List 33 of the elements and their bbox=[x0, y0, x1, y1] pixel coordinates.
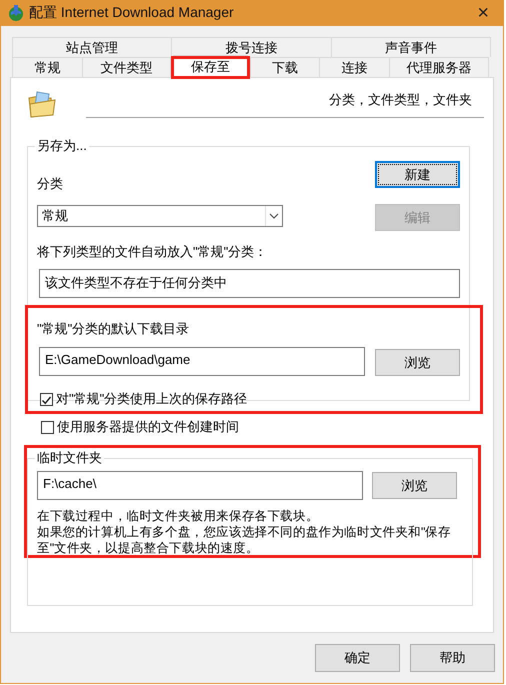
tab[interactable]: 下载 bbox=[250, 57, 320, 77]
tab[interactable]: 站点管理 bbox=[12, 37, 172, 57]
new-button[interactable]: 新建 bbox=[375, 161, 460, 188]
group-title: 另存为... bbox=[36, 137, 88, 155]
globe-icon bbox=[7, 4, 25, 22]
checkbox-label: 使用服务器提供的文件创建时间 bbox=[57, 418, 239, 436]
close-button[interactable]: × bbox=[473, 3, 493, 23]
browse-button[interactable]: 浏览 bbox=[372, 472, 457, 499]
browse-button[interactable]: 浏览 bbox=[375, 349, 460, 376]
tab[interactable]: 常规 bbox=[12, 57, 83, 77]
help-text: 如果您的计算机上有多个盘，您应该选择不同的盘作为临时文件夹和"保存至"文件夹，以提高整合下载块的速度。 bbox=[37, 524, 452, 556]
dialog-button[interactable]: 帮助 bbox=[410, 644, 495, 672]
category-dropdown[interactable]: 常规 bbox=[37, 205, 283, 227]
tab[interactable]: 声音事件 bbox=[331, 37, 491, 57]
auto-category-label: 将下列类型的文件自动放入"常规"分类： bbox=[37, 243, 268, 261]
tab[interactable]: 代理服务器 bbox=[389, 57, 489, 77]
group-title: 临时文件夹 bbox=[36, 449, 103, 467]
checkbox[interactable] bbox=[40, 392, 53, 406]
tab[interactable]: 保存至 bbox=[173, 55, 248, 78]
default-folder-label: "常规"分类的默认下载目录 bbox=[37, 320, 190, 338]
download-folder-field[interactable]: E:\GameDownload\game bbox=[39, 347, 365, 376]
checkbox-label: 对"常规"分类使用上次的保存路径 bbox=[56, 390, 248, 408]
tab[interactable]: 拨号连接 bbox=[171, 37, 332, 57]
temp-folder-field[interactable]: F:\cache\ bbox=[37, 471, 363, 500]
page-heading: 分类，文件类型，文件夹 bbox=[329, 91, 472, 109]
checkbox[interactable] bbox=[41, 420, 54, 434]
help-text: 在下载过程中，临时文件夹被用来保存各下载块。 bbox=[37, 508, 320, 524]
tab[interactable]: 文件类型 bbox=[82, 57, 171, 77]
tab[interactable]: 连接 bbox=[319, 57, 390, 77]
dialog-button[interactable]: 确定 bbox=[315, 644, 400, 672]
category-label: 分类 bbox=[37, 175, 64, 193]
file-types-field[interactable]: 该文件类型不存在于任何分类中 bbox=[39, 269, 460, 298]
window-title: 配置 Internet Download Manager bbox=[29, 4, 234, 22]
